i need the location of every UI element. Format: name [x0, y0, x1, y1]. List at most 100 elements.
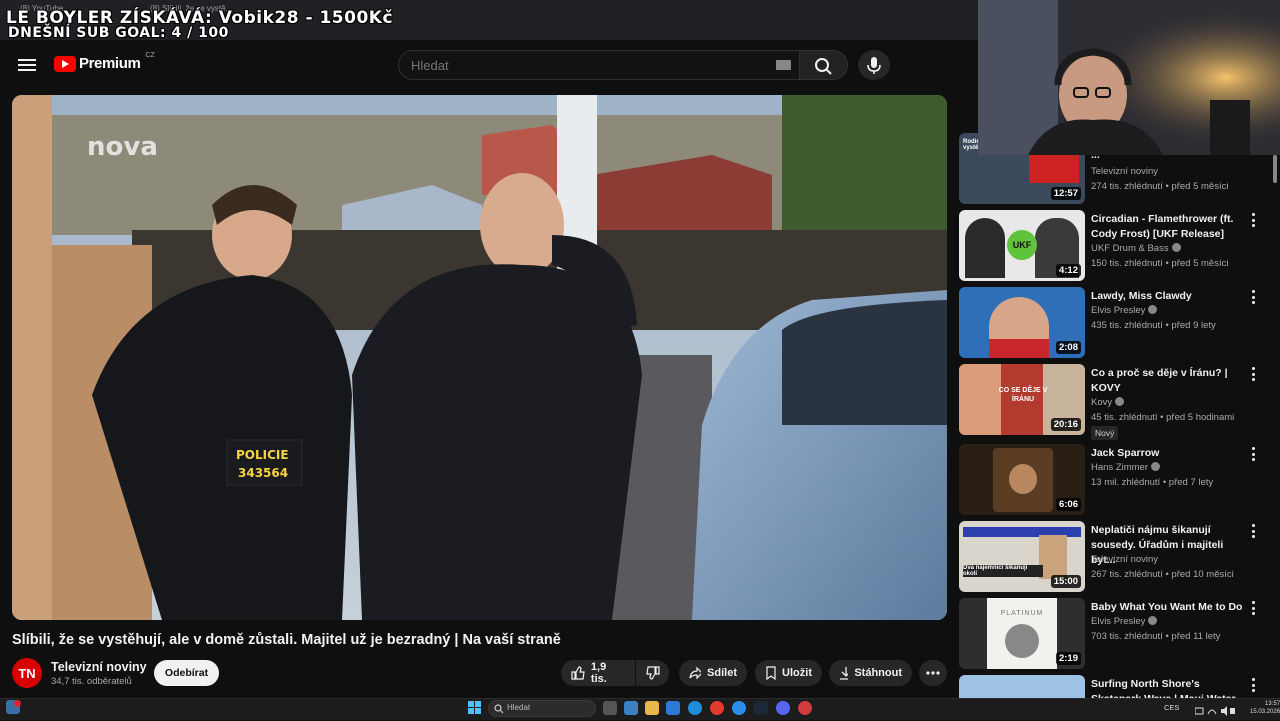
recommendation-meta: 274 tis. zhlédnutí • před 5 měsíci — [1091, 181, 1229, 192]
recommendation-item[interactable]: Dva nájemníci šikanují okolí 15:00 Nepla… — [959, 521, 1269, 593]
duration-badge: 2:19 — [1055, 652, 1081, 665]
subscribe-button[interactable]: Odebírat — [154, 660, 219, 686]
webcam-image — [978, 0, 1280, 155]
app-icon[interactable] — [732, 701, 746, 715]
video-player[interactable]: POLICIE 343564 nova — [12, 95, 947, 620]
recommendation-channel[interactable]: Televizní noviny — [1091, 166, 1158, 177]
more-actions-button[interactable] — [919, 660, 947, 686]
recommendation-channel[interactable]: Elvis Presley — [1091, 305, 1158, 316]
recommendation-item[interactable]: 2:08 Lawdy, Miss Clawdy Elvis Presley 43… — [959, 287, 1269, 359]
steam-icon[interactable] — [754, 701, 768, 715]
recommendation-item[interactable]: Surfing North Shore's Skatepark Wave | M… — [959, 675, 1269, 698]
search-input[interactable] — [411, 58, 761, 73]
sidebar-scrollbar[interactable] — [1273, 155, 1277, 183]
file-explorer-icon[interactable] — [645, 701, 659, 715]
menu-icon[interactable] — [16, 54, 38, 76]
stream-overlay-sub-goal: DNEŠNÍ SUB GOAL: 4 / 100 — [8, 25, 229, 41]
recommendation-meta: 45 tis. zhlédnutí • před 5 hodinami — [1091, 412, 1235, 423]
windows-taskbar — [0, 698, 1280, 720]
thumbnail-text: UKF — [1007, 230, 1037, 260]
recommendation-item[interactable]: CO SE DĚJE V ÍRÁNU 20:16 Co a proč se dě… — [959, 364, 1269, 440]
recommendation-channel[interactable]: Televizní noviny — [1091, 554, 1158, 565]
badge-label: POLICIE — [236, 448, 289, 462]
verified-icon — [1151, 462, 1161, 471]
save-button[interactable]: Uložit — [755, 660, 822, 686]
download-icon — [840, 667, 849, 680]
recommendation-channel[interactable]: Kovy — [1091, 397, 1125, 408]
start-icon[interactable] — [468, 701, 482, 715]
recommendation-title[interactable]: Lawdy, Miss Clawdy — [1091, 289, 1246, 304]
channel-name[interactable]: Televizní noviny — [51, 660, 147, 674]
tv-watermark: nova — [87, 132, 158, 162]
voice-search-button[interactable] — [858, 50, 890, 80]
video-thumbnail — [959, 675, 1085, 698]
youtube-play-icon — [54, 55, 76, 72]
more-horizontal-icon — [926, 671, 940, 675]
verified-icon — [1148, 616, 1158, 625]
recommendation-channel[interactable]: UKF Drum & Bass — [1091, 243, 1181, 254]
system-tray-icons[interactable] — [1194, 703, 1235, 716]
duration-badge: 20:16 — [1050, 418, 1081, 431]
recommendation-item[interactable]: PLATINUM 2:19 Baby What You Want Me to D… — [959, 598, 1269, 670]
youtube-premium-logo[interactable]: Premium CZ — [54, 52, 155, 72]
store-icon[interactable] — [666, 701, 680, 715]
recommendation-title[interactable]: Circadian - Flamethrower (ft. Cody Frost… — [1091, 212, 1246, 242]
notification-badge — [14, 700, 21, 707]
webcam-feed — [978, 0, 1280, 155]
recommendation-item[interactable]: UKF 4:12 Circadian - Flamethrower (ft. C… — [959, 210, 1269, 282]
chrome-icon[interactable] — [710, 701, 724, 715]
recommendation-meta: 267 tis. zhlédnutí • před 10 měsíci — [1091, 569, 1234, 580]
channel-avatar[interactable]: TN — [12, 658, 42, 688]
recommendation-title[interactable]: Baby What You Want Me to Do — [1091, 600, 1246, 615]
logo-text: Premium — [79, 55, 141, 72]
dislike-button[interactable] — [636, 660, 669, 686]
copilot-icon[interactable] — [624, 701, 638, 715]
video-title: Slíbili, že se vystěhují, ale v domě zůs… — [12, 632, 561, 648]
verified-icon — [1115, 397, 1125, 406]
download-button[interactable]: Stáhnout — [829, 660, 912, 686]
logo-region: CZ — [145, 52, 155, 59]
language-indicator[interactable]: CES — [1164, 703, 1179, 712]
taskbar-search[interactable]: Hledat — [488, 700, 596, 717]
thumbnail-text: PLATINUM — [1000, 610, 1044, 617]
share-icon — [689, 666, 702, 680]
search-button[interactable] — [800, 50, 848, 80]
video-thumbnail: CO SE DĚJE V ÍRÁNU 20:16 — [959, 364, 1085, 435]
badge-number: 343564 — [238, 466, 288, 480]
recommendation-meta: 703 tis. zhlédnutí • před 11 lety — [1091, 631, 1221, 642]
edge-icon[interactable] — [688, 701, 702, 715]
duration-badge: 6:06 — [1055, 498, 1081, 511]
video-thumbnail: 6:06 — [959, 444, 1085, 515]
like-button[interactable]: 1,9 tis. — [561, 660, 635, 686]
taskbar-clock[interactable]: 13:57 15.03.2026 — [1250, 700, 1280, 716]
search-box — [398, 50, 800, 80]
verified-icon — [1171, 243, 1181, 252]
like-count: 1,9 tis. — [590, 661, 607, 685]
recommendations-sidebar: Rodina se odmítá vystěhovat z domu 12:57… — [957, 95, 1280, 698]
search-icon — [494, 704, 504, 714]
duration-badge: 15:00 — [1050, 575, 1081, 588]
recommendation-channel[interactable]: Elvis Presley — [1091, 616, 1158, 627]
save-label: Uložit — [782, 667, 812, 679]
recommendation-item[interactable]: 6:06 Jack Sparrow Hans Zimmer 13 mil. zh… — [959, 444, 1269, 516]
keyboard-icon[interactable] — [776, 60, 791, 70]
task-view-icon[interactable] — [603, 701, 617, 715]
download-label: Stáhnout — [854, 667, 902, 679]
thumbs-up-icon — [571, 666, 585, 680]
video-thumbnail: PLATINUM 2:19 — [959, 598, 1085, 669]
search-icon — [815, 58, 832, 75]
duration-badge: 4:12 — [1055, 264, 1081, 277]
discord-icon[interactable] — [776, 701, 790, 715]
duration-badge: 2:08 — [1055, 341, 1081, 354]
recommendation-title[interactable]: Jack Sparrow — [1091, 446, 1246, 461]
duration-badge: 12:57 — [1050, 187, 1081, 200]
bookmark-icon — [766, 666, 776, 680]
recommendation-title[interactable]: Surfing North Shore's Skatepark Wave | M… — [1091, 677, 1246, 698]
video-thumbnail: UKF 4:12 — [959, 210, 1085, 281]
video-thumbnail: Dva nájemníci šikanují okolí 15:00 — [959, 521, 1085, 592]
obs-icon[interactable] — [798, 701, 812, 715]
taskbar-search-placeholder: Hledat — [507, 703, 531, 712]
recommendation-channel[interactable]: Hans Zimmer — [1091, 462, 1161, 473]
share-button[interactable]: Sdílet — [679, 660, 747, 686]
recommendation-title[interactable]: Co a proč se děje v Íránu? | KOVY — [1091, 366, 1246, 396]
